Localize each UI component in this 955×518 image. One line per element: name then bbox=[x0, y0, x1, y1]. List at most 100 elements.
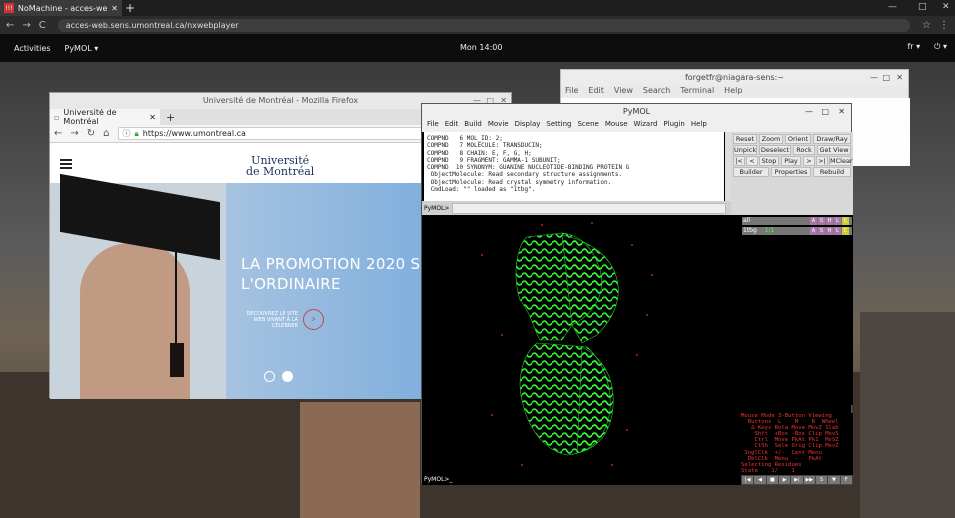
hamburger-icon[interactable] bbox=[60, 159, 72, 169]
minimize-icon[interactable]: — bbox=[870, 70, 878, 86]
color-button[interactable]: C bbox=[842, 227, 849, 235]
object-row-1tbg[interactable]: 1tbg 1/1 A S H L C bbox=[742, 227, 852, 235]
menu-icon[interactable]: ⋮ bbox=[939, 20, 949, 31]
mclear-button[interactable]: MClear bbox=[829, 156, 853, 166]
label-button[interactable]: L bbox=[834, 227, 841, 235]
close-icon[interactable]: ✕ bbox=[838, 104, 845, 120]
udem-logo[interactable]: Université de Montréal bbox=[246, 155, 314, 177]
close-tab-icon[interactable]: ✕ bbox=[111, 4, 118, 13]
movie-down-button[interactable]: ▼ bbox=[828, 476, 840, 484]
maximize-icon[interactable]: □ bbox=[821, 104, 829, 120]
close-tab-icon[interactable]: ✕ bbox=[149, 113, 156, 122]
close-icon[interactable]: ✕ bbox=[942, 2, 950, 12]
new-tab-button[interactable]: + bbox=[122, 1, 138, 15]
activities-button[interactable]: Activities bbox=[14, 44, 51, 53]
browser-toolbar: ← → C acces-web.sens.umontreal.ca/nxwebp… bbox=[0, 16, 955, 34]
show-button[interactable]: S bbox=[818, 227, 825, 235]
star-icon[interactable]: ☆ bbox=[922, 20, 931, 31]
close-icon[interactable]: ✕ bbox=[896, 70, 903, 86]
unpick-button[interactable]: Unpick bbox=[733, 145, 757, 155]
zoom-button[interactable]: Zoom bbox=[759, 134, 783, 144]
maximize-icon[interactable]: □ bbox=[918, 2, 927, 12]
home-icon[interactable]: ⌂ bbox=[103, 128, 109, 139]
browser-tab[interactable]: !!! NoMachine - acces-web.sens.umontreal… bbox=[0, 0, 122, 16]
pymol-menu-setting[interactable]: Setting bbox=[546, 120, 571, 132]
end-button[interactable]: >| bbox=[816, 156, 828, 166]
hide-button[interactable]: H bbox=[826, 227, 833, 235]
minimize-icon[interactable]: — bbox=[888, 2, 897, 12]
reload-icon[interactable]: ↻ bbox=[87, 128, 95, 139]
movie-prev-button[interactable]: ◀ bbox=[754, 476, 766, 484]
pymol-menu-build[interactable]: Build bbox=[464, 120, 482, 132]
draw-ray-button[interactable]: Draw/Ray ▾ bbox=[813, 134, 851, 151]
hide-button[interactable]: H bbox=[826, 217, 833, 225]
reload-icon[interactable]: C bbox=[39, 20, 46, 31]
pymol-3d-viewport[interactable] bbox=[422, 215, 741, 475]
pymol-menu-help[interactable]: Help bbox=[691, 120, 707, 132]
rebuild-button[interactable]: Rebuild bbox=[813, 167, 851, 177]
get-view-button[interactable]: Get View bbox=[817, 145, 851, 155]
movie-stop-button[interactable]: ■ bbox=[766, 476, 778, 484]
power-icon[interactable]: ⏻ ▾ bbox=[934, 42, 947, 52]
language-selector[interactable]: fr ▾ bbox=[907, 42, 920, 52]
terminal-menu-view[interactable]: View bbox=[614, 86, 633, 98]
app-menu-button[interactable]: PyMOL ▾ bbox=[65, 44, 99, 53]
carousel-dot-2[interactable] bbox=[282, 371, 293, 382]
terminal-menu-terminal[interactable]: Terminal bbox=[680, 86, 714, 98]
action-button[interactable]: A bbox=[810, 227, 817, 235]
label-button[interactable]: L bbox=[834, 217, 841, 225]
carousel-dot-1[interactable] bbox=[264, 371, 275, 382]
pymol-command-input[interactable] bbox=[452, 203, 726, 214]
address-bar[interactable]: acces-web.sens.umontreal.ca/nxwebplayer bbox=[57, 18, 911, 32]
pymol-window[interactable]: PyMOL — □ ✕ File Edit Build Movie Displa… bbox=[421, 103, 853, 485]
rewind-button[interactable]: |< bbox=[733, 156, 745, 166]
movie-first-button[interactable]: |◀ bbox=[742, 476, 754, 484]
mouse-mode-panel[interactable]: Mouse Mode 3-Button Viewing Buttons L M … bbox=[741, 413, 853, 477]
forward-frame-button[interactable]: > bbox=[803, 156, 815, 166]
pymol-menu-movie[interactable]: Movie bbox=[488, 120, 509, 132]
arrow-right-button[interactable]: › bbox=[303, 309, 324, 330]
properties-button[interactable]: Properties bbox=[771, 167, 811, 177]
rock-button[interactable]: Rock bbox=[793, 145, 815, 155]
firefox-tab[interactable]: ▫ Université de Montréal ✕ bbox=[50, 108, 160, 126]
pymol-menu-wizard[interactable]: Wizard bbox=[634, 120, 658, 132]
object-row-all[interactable]: all A S H L C bbox=[742, 217, 852, 225]
movie-full-button[interactable]: F bbox=[840, 476, 852, 484]
pymol-menu-scene[interactable]: Scene bbox=[577, 120, 598, 132]
discover-link-text[interactable]: DÉCOUVREZ LE SITE WEB VIVANT À LA CÉLÉBR… bbox=[246, 311, 298, 329]
pymol-menu-display[interactable]: Display bbox=[515, 120, 541, 132]
clock[interactable]: Mon 14:00 bbox=[460, 43, 502, 52]
deselect-button[interactable]: Deselect bbox=[759, 145, 791, 155]
back-frame-button[interactable]: < bbox=[746, 156, 758, 166]
movie-play-button[interactable]: ▶ bbox=[778, 476, 791, 484]
movie-last-button[interactable]: ▶| bbox=[791, 476, 803, 484]
minimize-icon[interactable]: — bbox=[805, 104, 813, 120]
pymol-menu-file[interactable]: File bbox=[427, 120, 439, 132]
play-button[interactable]: Play bbox=[781, 156, 801, 166]
movie-scene-button[interactable]: S bbox=[815, 476, 828, 484]
forward-icon[interactable]: → bbox=[70, 128, 78, 139]
builder-button[interactable]: Builder bbox=[733, 167, 769, 177]
movie-fast-button[interactable]: ▶▶ bbox=[803, 476, 815, 484]
new-tab-button[interactable]: + bbox=[160, 111, 175, 124]
reset-button[interactable]: Reset bbox=[733, 134, 757, 144]
color-button[interactable]: C bbox=[842, 217, 849, 225]
terminal-menu-help[interactable]: Help bbox=[724, 86, 742, 98]
show-button[interactable]: S bbox=[818, 217, 825, 225]
terminal-menu-search[interactable]: Search bbox=[643, 86, 670, 98]
orient-button[interactable]: Orient bbox=[785, 134, 811, 144]
pymol-menu-plugin[interactable]: Plugin bbox=[663, 120, 684, 132]
stop-button[interactable]: Stop bbox=[759, 156, 779, 166]
maximize-icon[interactable]: □ bbox=[882, 70, 890, 86]
promo-heading-line2: L'ORDINAIRE bbox=[241, 275, 341, 293]
pymol-menu-mouse[interactable]: Mouse bbox=[605, 120, 628, 132]
pymol-object-panel: all A S H L C 1tbg 1/1 A S H L C bbox=[741, 215, 853, 405]
terminal-menu-file[interactable]: File bbox=[565, 86, 578, 98]
back-icon[interactable]: ← bbox=[54, 128, 62, 139]
protein-structure bbox=[481, 222, 653, 466]
action-button[interactable]: A bbox=[810, 217, 817, 225]
pymol-menu-edit[interactable]: Edit bbox=[445, 120, 459, 132]
back-icon[interactable]: ← bbox=[6, 20, 14, 31]
forward-icon[interactable]: → bbox=[22, 20, 30, 31]
terminal-menu-edit[interactable]: Edit bbox=[588, 86, 604, 98]
